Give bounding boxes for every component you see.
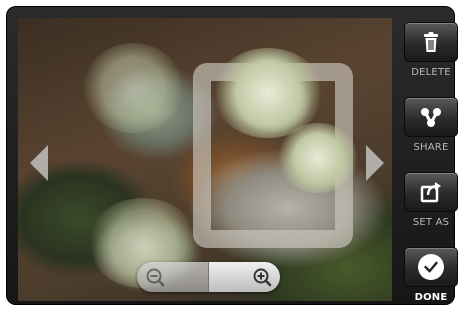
- photo-plant: [83, 43, 183, 133]
- zoom-out-button[interactable]: [137, 262, 209, 292]
- share-button[interactable]: SHARE: [402, 97, 460, 163]
- zoom-control: [137, 262, 280, 292]
- checkmark-icon: [418, 254, 444, 280]
- share-icon: [421, 108, 441, 127]
- share-label: SHARE: [413, 142, 449, 153]
- set-as-label: SET AS: [412, 217, 450, 228]
- delete-label: DELETE: [411, 67, 451, 78]
- share-button-face: [404, 97, 458, 137]
- zoom-in-icon: [253, 268, 272, 287]
- previous-photo-button[interactable]: [30, 145, 48, 181]
- done-button-face: [404, 247, 458, 287]
- done-label: DONE: [414, 292, 448, 303]
- delete-button-face: [404, 22, 458, 62]
- set-as-button-face: [404, 172, 458, 212]
- next-photo-button[interactable]: [366, 145, 384, 181]
- photo-plant: [278, 123, 358, 193]
- photo-viewer[interactable]: [18, 18, 392, 301]
- set-as-button[interactable]: SET AS: [402, 172, 460, 238]
- done-button[interactable]: DONE: [402, 247, 460, 313]
- zoom-in-button[interactable]: [209, 262, 280, 292]
- set-as-icon: [420, 182, 441, 203]
- delete-button[interactable]: DELETE: [402, 22, 460, 88]
- zoom-out-icon: [146, 268, 165, 287]
- trash-icon: [424, 32, 438, 52]
